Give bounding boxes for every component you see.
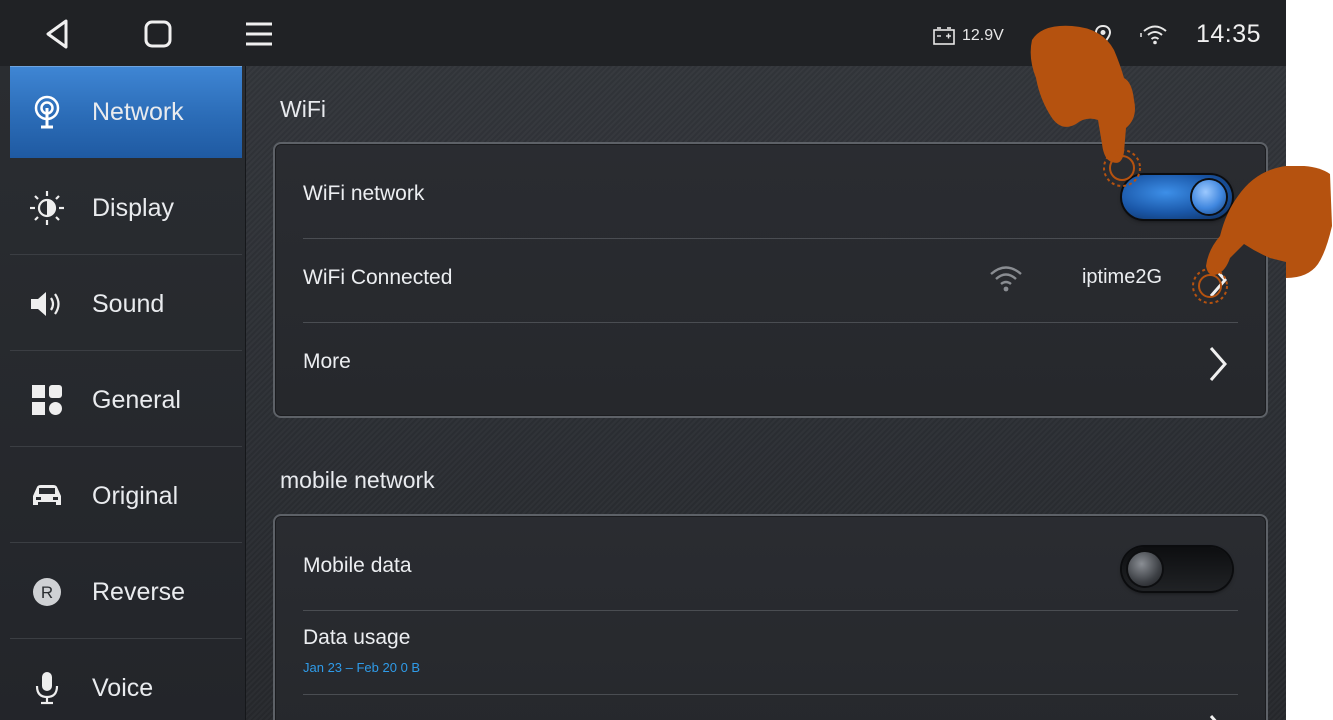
wifi-network-label: WiFi network: [303, 182, 425, 205]
more-label: More: [303, 350, 351, 373]
mobile-data-label: Mobile data: [303, 554, 412, 577]
chevron-right-icon[interactable]: [1206, 344, 1230, 384]
sidebar-item-label: Display: [92, 193, 174, 222]
wifi-section-title: WiFi: [280, 96, 326, 122]
grid-icon: [22, 380, 72, 420]
wifi-connected-ssid: iptime2G: [1081, 266, 1162, 288]
sidebar-item-network[interactable]: Network: [10, 66, 242, 158]
white-margin: [1286, 0, 1333, 720]
wifi-more-row[interactable]: More: [303, 322, 1238, 406]
battery-voltage: 12.9V: [932, 24, 1004, 48]
tap-hand-icon: [1192, 166, 1286, 304]
data-usage-row[interactable]: Data usage Jan 23 – Feb 20 0 B: [303, 610, 1238, 695]
sidebar-item-voice[interactable]: Voice: [10, 642, 242, 720]
sidebar-item-label: Voice: [92, 673, 154, 702]
home-icon[interactable]: [138, 14, 178, 54]
screen: 12.9V 14:35 Network Display Sound Genera…: [0, 0, 1286, 720]
tap-hand-icon: [1286, 166, 1332, 278]
menu-icon[interactable]: [240, 14, 280, 54]
clock: 14:35: [1196, 20, 1262, 48]
sidebar-item-sound[interactable]: Sound: [10, 258, 242, 351]
mobile-section-title: mobile network: [280, 467, 435, 493]
wifi-connected-label: WiFi Connected: [303, 266, 453, 289]
reverse-r-icon: R: [22, 572, 72, 612]
car-icon: [22, 476, 72, 516]
wifi-signal-icon: [990, 266, 1022, 292]
sidebar-item-label: Network: [92, 97, 184, 126]
mobile-data-row[interactable]: Mobile data: [303, 526, 1238, 611]
wifi-connected-row[interactable]: WiFi Connected iptime2G: [303, 238, 1238, 323]
mobile-card: Mobile data Data usage Jan 23 – Feb 20 0…: [273, 514, 1268, 720]
sidebar-item-label: Reverse: [92, 577, 186, 606]
sidebar-item-original[interactable]: Original: [10, 450, 242, 543]
sidebar-item-label: Sound: [92, 289, 165, 318]
sidebar-item-label: Original: [92, 481, 179, 510]
sidebar-item-display[interactable]: Display: [10, 162, 242, 255]
back-icon[interactable]: [38, 14, 78, 54]
data-usage-period: Jan 23 – Feb 20 0 B: [303, 660, 421, 675]
toggle-knob: [1128, 552, 1162, 586]
brightness-icon: [22, 188, 72, 228]
tap-hand-icon: [1030, 25, 1141, 187]
mobile-data-toggle[interactable]: [1122, 547, 1232, 591]
voltage-text: 12.9V: [962, 27, 1004, 44]
microphone-icon: [22, 668, 72, 708]
antenna-icon: [22, 92, 72, 132]
data-usage-label: Data usage: [303, 626, 411, 649]
speaker-icon: [22, 284, 72, 324]
car-battery-icon: [933, 27, 955, 45]
svg-text:R: R: [41, 583, 53, 602]
chevron-right-icon[interactable]: [1206, 712, 1230, 720]
sidebar: Network Display Sound General Original R…: [0, 66, 246, 720]
sidebar-item-reverse[interactable]: R Reverse: [10, 546, 242, 639]
sidebar-item-general[interactable]: General: [10, 354, 242, 447]
sidebar-item-label: General: [92, 385, 181, 414]
